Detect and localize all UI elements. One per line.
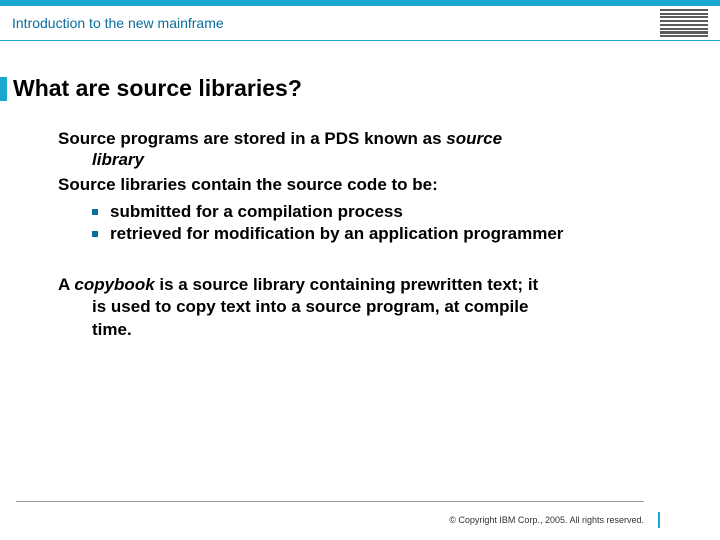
content-area: Source programs are stored in a PDS know… — [0, 102, 720, 341]
bullet-text: submitted for a compilation process — [110, 201, 403, 224]
copyright-text: © Copyright IBM Corp., 2005. All rights … — [449, 515, 644, 525]
para3-text-d: is used to copy text into a source progr… — [92, 297, 528, 316]
bullet-icon — [92, 231, 98, 237]
bullet-text: retrieved for modification by an applica… — [110, 223, 563, 246]
ibm-logo-icon — [660, 9, 708, 38]
title-accent-bar — [0, 77, 7, 101]
page-title: What are source libraries? — [13, 75, 302, 102]
header-bar: Introduction to the new mainframe — [0, 0, 720, 41]
list-item: submitted for a compilation process — [92, 201, 670, 224]
para3-italic-b: copybook — [74, 275, 154, 294]
bullet-list: submitted for a compilation process retr… — [58, 201, 670, 247]
paragraph-2: Source libraries contain the source code… — [58, 175, 670, 195]
paragraph-1: Source programs are stored in a PDS know… — [58, 128, 670, 171]
para3-text-c: is a source library containing prewritte… — [155, 275, 539, 294]
para1-text-a: Source programs are stored in a PDS know… — [58, 129, 446, 148]
title-row: What are source libraries? — [0, 75, 720, 102]
footer: © Copyright IBM Corp., 2005. All rights … — [0, 501, 720, 540]
bullet-icon — [92, 209, 98, 215]
paragraph-3: A copybook is a source library containin… — [58, 274, 670, 340]
footer-rule — [16, 501, 644, 502]
para3-text-e: time. — [92, 320, 132, 339]
footer-accent-bar — [658, 512, 660, 528]
list-item: retrieved for modification by an applica… — [92, 223, 670, 246]
para3-text-a: A — [58, 275, 74, 294]
header-title: Introduction to the new mainframe — [12, 15, 224, 31]
para1-italic-b: source — [446, 129, 502, 148]
para1-italic-c: library — [92, 150, 144, 169]
